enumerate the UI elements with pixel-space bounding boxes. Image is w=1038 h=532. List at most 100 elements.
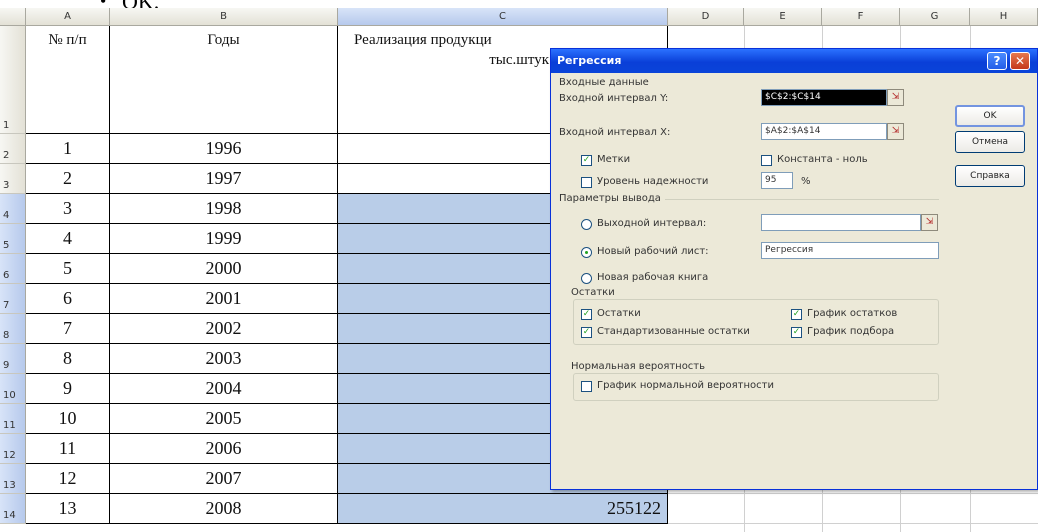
help-button[interactable]: Справка (955, 165, 1025, 187)
row-header[interactable]: 6 (0, 254, 26, 284)
cell-year[interactable]: 2004 (110, 374, 338, 404)
column-header-b[interactable]: B (110, 8, 338, 26)
header-cell-years[interactable]: Годы (110, 26, 338, 134)
cell-year[interactable]: 2005 (110, 404, 338, 434)
percent-label: % (801, 176, 811, 187)
cell-number[interactable]: 3 (26, 194, 110, 224)
input-y-field[interactable]: $C$2:$C$14 (761, 89, 887, 106)
cell-number[interactable]: 1 (26, 134, 110, 164)
new-sheet-field[interactable]: Регрессия (761, 242, 939, 259)
row-header[interactable]: 9 (0, 344, 26, 374)
column-header-a[interactable]: A (26, 8, 110, 26)
input-x-label: Входной интервал X: (559, 127, 671, 138)
row-header[interactable]: 11 (0, 404, 26, 434)
std-residuals-label: Стандартизованные остатки (597, 326, 750, 337)
row-header[interactable]: 5 (0, 224, 26, 254)
new-sheet-label: Новый рабочий лист: (597, 246, 709, 257)
new-book-radio[interactable] (581, 273, 592, 284)
row-header[interactable]: 10 (0, 374, 26, 404)
cell-number[interactable]: 4 (26, 224, 110, 254)
new-sheet-radio[interactable] (581, 247, 592, 258)
cell-year[interactable]: 2008 (110, 494, 338, 524)
cell-number[interactable]: 10 (26, 404, 110, 434)
select-all-corner[interactable] (0, 8, 26, 26)
new-book-label: Новая рабочая книга (597, 272, 709, 283)
cell-number[interactable]: 2 (26, 164, 110, 194)
residual-plot-label: График остатков (807, 308, 898, 319)
cell-year[interactable]: 2003 (110, 344, 338, 374)
cell-number[interactable]: 5 (26, 254, 110, 284)
row-header[interactable]: 13 (0, 464, 26, 494)
cell-number[interactable]: 9 (26, 374, 110, 404)
confidence-field[interactable]: 95 (761, 172, 793, 189)
row-header[interactable]: 12 (0, 434, 26, 464)
normal-plot-checkbox[interactable] (581, 381, 592, 392)
residuals-label: Остатки (597, 308, 641, 319)
normal-section-label: Нормальная вероятность (571, 361, 706, 372)
normal-plot-label: График нормальной вероятности (597, 380, 774, 391)
cell-number[interactable]: 6 (26, 284, 110, 314)
document-text-strip: • OK. (0, 0, 1038, 8)
row-header[interactable]: 8 (0, 314, 26, 344)
confidence-label: Уровень надежности (597, 176, 709, 187)
output-section-label: Параметры вывода (559, 193, 665, 204)
fit-plot-label: График подбора (807, 326, 895, 337)
header-cell-number[interactable]: № п/п (26, 26, 110, 134)
cell-year[interactable]: 1999 (110, 224, 338, 254)
cell-number[interactable]: 12 (26, 464, 110, 494)
dialog-title[interactable]: Регрессия (551, 49, 1037, 73)
input-x-field[interactable]: $A$2:$A$14 (761, 123, 887, 140)
cell-year[interactable]: 2006 (110, 434, 338, 464)
cell-year[interactable]: 2000 (110, 254, 338, 284)
residual-plot-checkbox[interactable]: ✓ (791, 309, 802, 320)
residuals-checkbox[interactable]: ✓ (581, 309, 592, 320)
close-icon[interactable]: ✕ (1010, 52, 1030, 70)
collapse-dialog-icon[interactable]: ⇲ (887, 123, 904, 140)
labels-checkbox[interactable]: ✓ (581, 155, 592, 166)
column-header-h[interactable]: H (970, 8, 1038, 26)
constant-zero-checkbox[interactable] (761, 155, 772, 166)
constant-zero-label: Константа - ноль (777, 154, 868, 165)
cell-year[interactable]: 2002 (110, 314, 338, 344)
cell-number[interactable]: 11 (26, 434, 110, 464)
input-y-label: Входной интервал Y: (559, 93, 669, 104)
help-title-button[interactable]: ? (987, 52, 1007, 70)
ok-button[interactable]: OK (955, 105, 1025, 127)
labels-label: Метки (597, 154, 631, 165)
output-range-radio[interactable] (581, 219, 592, 230)
header-sales-line1: Реализация продукци (354, 32, 492, 48)
row-header[interactable]: 14 (0, 494, 26, 524)
cell-number[interactable]: 7 (26, 314, 110, 344)
bullet: • (100, 0, 106, 8)
input-section-label: Входные данные (559, 77, 649, 88)
cell-year[interactable]: 1996 (110, 134, 338, 164)
column-header-g[interactable]: G (900, 8, 970, 26)
column-header-e[interactable]: E (744, 8, 822, 26)
row-header[interactable]: 4 (0, 194, 26, 224)
row-header[interactable]: 3 (0, 164, 26, 194)
collapse-dialog-icon[interactable]: ⇲ (921, 214, 938, 231)
row-header[interactable]: 7 (0, 284, 26, 314)
fit-plot-checkbox[interactable]: ✓ (791, 327, 802, 338)
cell-year[interactable]: 2001 (110, 284, 338, 314)
cell-sales[interactable]: 255122 (338, 494, 668, 524)
output-range-field[interactable] (761, 214, 921, 231)
cell-year[interactable]: 2007 (110, 464, 338, 494)
regression-dialog: Регрессия ? ✕ Входные данные Входной инт… (550, 48, 1038, 490)
cell-year[interactable]: 1997 (110, 164, 338, 194)
cell-number[interactable]: 8 (26, 344, 110, 374)
residuals-group (573, 299, 939, 345)
cell-year[interactable]: 1998 (110, 194, 338, 224)
collapse-dialog-icon[interactable]: ⇲ (887, 89, 904, 106)
column-header-c[interactable]: C (338, 8, 668, 26)
cell-number[interactable]: 13 (26, 494, 110, 524)
column-header-f[interactable]: F (822, 8, 900, 26)
residuals-section-label: Остатки (571, 287, 615, 298)
std-residuals-checkbox[interactable]: ✓ (581, 327, 592, 338)
cancel-button[interactable]: Отмена (955, 131, 1025, 153)
column-header-d[interactable]: D (668, 8, 744, 26)
row-header[interactable]: 2 (0, 134, 26, 164)
confidence-checkbox[interactable] (581, 177, 592, 188)
row-header-1[interactable]: 1 (0, 26, 26, 134)
caption-text: OK. (122, 0, 159, 8)
